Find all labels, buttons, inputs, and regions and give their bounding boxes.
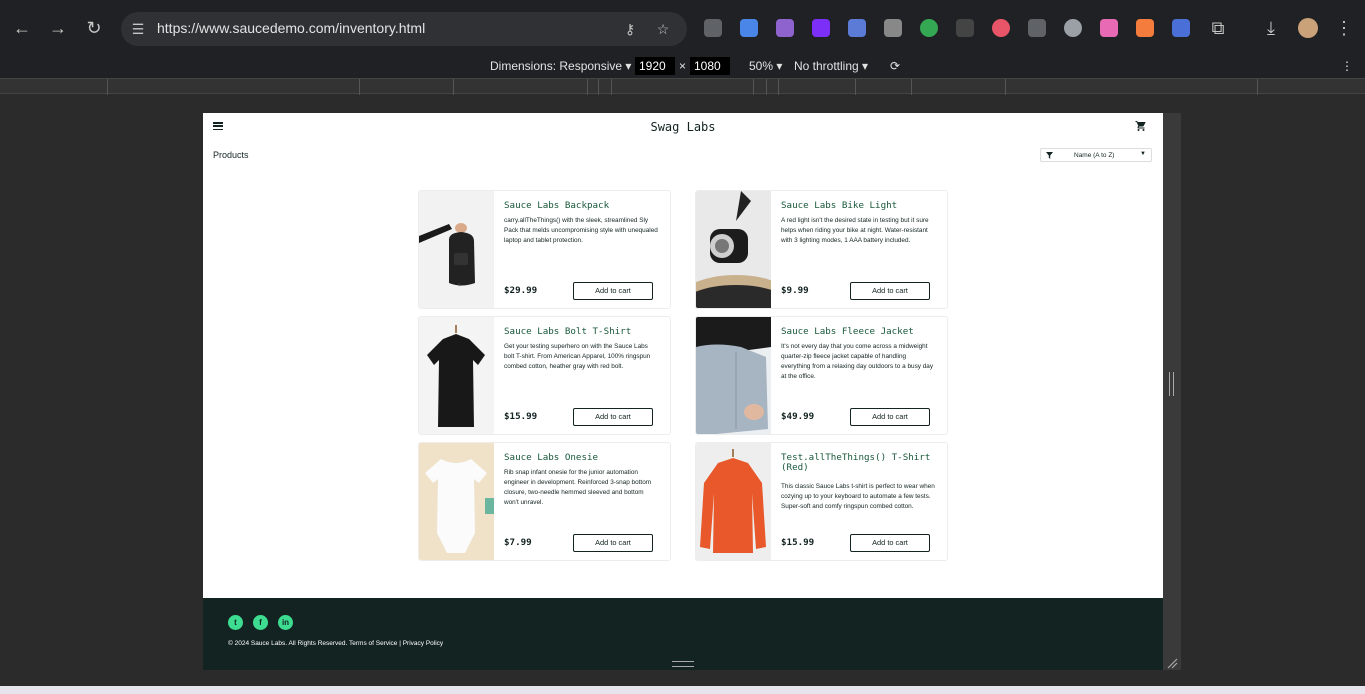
product-price: $15.99 [781, 537, 815, 548]
zoom-dropdown[interactable]: 50% ▾ [749, 59, 782, 73]
twitter-icon[interactable]: t [228, 615, 243, 630]
product-name-link[interactable]: Sauce Labs Backpack [504, 201, 664, 211]
extension-icon[interactable] [884, 19, 902, 37]
product-description: Get your testing superhero on with the S… [504, 343, 651, 370]
site-info-icon[interactable]: ☰ [129, 20, 147, 38]
extension-icon[interactable] [920, 19, 938, 37]
product-image-backpack[interactable] [419, 191, 494, 308]
extension-icon[interactable] [740, 19, 758, 37]
app-footer: t f in © 2024 Sauce Labs. All Rights Res… [203, 598, 1163, 670]
emulated-viewport: Swag Labs Products Name (A to Z) ▼ Sauce… [203, 113, 1163, 670]
product-image-red-tshirt[interactable] [696, 443, 771, 560]
extension-icon[interactable] [1172, 19, 1190, 37]
download-icon[interactable]: ⤓ [1260, 17, 1282, 39]
product-image-fleece-jacket[interactable] [696, 317, 771, 434]
key-icon[interactable]: ⚷ [621, 20, 639, 38]
product-price: $7.99 [504, 537, 532, 548]
product-price: $9.99 [781, 285, 809, 296]
product-name-link[interactable]: Sauce Labs Fleece Jacket [781, 327, 941, 337]
product-description: A red light isn't the desired state in t… [781, 217, 929, 244]
extension-icon[interactable] [1028, 19, 1046, 37]
corner-resize-handle[interactable] [1166, 657, 1178, 669]
chevron-down-icon: ▼ [1140, 151, 1146, 157]
add-to-cart-button[interactable]: Add to cart [573, 282, 653, 300]
address-bar[interactable]: ☰ https://www.saucedemo.com/inventory.ht… [121, 12, 687, 46]
sort-dropdown[interactable]: Name (A to Z) ▼ [1040, 148, 1152, 162]
extension-icon[interactable] [704, 19, 722, 37]
reload-icon[interactable]: ↻ [83, 17, 105, 39]
extension-icon[interactable] [848, 19, 866, 37]
url-text[interactable]: https://www.saucedemo.com/inventory.html [157, 20, 425, 36]
filter-icon [1046, 152, 1053, 159]
product-name-link[interactable]: Sauce Labs Bolt T-Shirt [504, 327, 664, 337]
extension-icon[interactable] [812, 19, 830, 37]
rotate-icon[interactable]: ⟳ [890, 59, 900, 73]
product-description: It's not every day that you come across … [781, 343, 934, 380]
inventory-item: Sauce Labs Bolt T-Shirt Get your testing… [418, 316, 671, 435]
app-logo: Swag Labs [650, 120, 716, 134]
extension-icon[interactable] [1136, 19, 1154, 37]
product-image-bolt-tshirt[interactable] [419, 317, 494, 434]
footer-copyright: © 2024 Sauce Labs. All Rights Reserved. … [228, 640, 444, 647]
linkedin-icon[interactable]: in [278, 615, 293, 630]
extension-icon[interactable] [776, 19, 794, 37]
product-image-onesie[interactable] [419, 443, 494, 560]
extension-icon[interactable] [1100, 19, 1118, 37]
extension-icon[interactable] [956, 19, 974, 37]
width-input[interactable]: 1920 [635, 57, 675, 75]
product-price: $29.99 [504, 285, 538, 296]
device-toolbar: Dimensions: Responsive ▾ 1920 × 1080 50%… [0, 56, 1365, 78]
inventory-item: Sauce Labs Onesie Rib snap infant onesie… [418, 442, 671, 561]
add-to-cart-button[interactable]: Add to cart [850, 534, 930, 552]
product-name-link[interactable]: Sauce Labs Onesie [504, 453, 664, 463]
throttling-dropdown[interactable]: No throttling ▾ [794, 59, 868, 73]
product-description: carry.allTheThings() with the sleek, str… [504, 217, 658, 244]
add-to-cart-button[interactable]: Add to cart [573, 534, 653, 552]
product-description: Rib snap infant onesie for the junior au… [504, 469, 652, 506]
dimension-separator: × [679, 59, 687, 73]
height-input[interactable]: 1080 [690, 57, 730, 75]
bottom-resize-handle[interactable] [672, 661, 694, 667]
extensions-puzzle-icon[interactable]: ⧉ [1207, 17, 1229, 39]
product-name-link[interactable]: Test.allTheThings() T-Shirt (Red) [781, 453, 941, 473]
product-name-link[interactable]: Sauce Labs Bike Light [781, 201, 941, 211]
secondary-header: Products Name (A to Z) ▼ [203, 141, 1163, 173]
inventory-item: Test.allTheThings() T-Shirt (Red) This c… [695, 442, 948, 561]
add-to-cart-button[interactable]: Add to cart [850, 408, 930, 426]
back-icon[interactable]: ← [11, 17, 33, 39]
product-price: $15.99 [504, 411, 538, 422]
extension-icon[interactable] [1064, 19, 1082, 37]
inventory-item: Sauce Labs Fleece Jacket It's not every … [695, 316, 948, 435]
app-header: Swag Labs [203, 113, 1163, 141]
os-taskbar [0, 686, 1365, 694]
product-description: This classic Sauce Labs t-shirt is perfe… [781, 483, 935, 510]
extension-icon[interactable] [992, 19, 1010, 37]
add-to-cart-button[interactable]: Add to cart [573, 408, 653, 426]
bookmark-star-icon[interactable]: ☆ [654, 20, 672, 38]
inventory-item: Sauce Labs Backpack carry.allTheThings()… [418, 190, 671, 309]
more-options-icon[interactable]: ⋮ [1341, 59, 1353, 73]
profile-avatar[interactable] [1298, 18, 1318, 38]
kebab-menu-icon[interactable]: ⋮ [1333, 17, 1355, 39]
facebook-icon[interactable]: f [253, 615, 268, 630]
side-resize-handle[interactable] [1169, 372, 1174, 396]
inventory-item: Sauce Labs Bike Light A red light isn't … [695, 190, 948, 309]
forward-icon[interactable]: → [47, 17, 69, 39]
page-title: Products [213, 150, 249, 160]
product-image-bike-light[interactable] [696, 191, 771, 308]
dimensions-dropdown[interactable]: Dimensions: Responsive ▾ [490, 59, 631, 73]
product-price: $49.99 [781, 411, 815, 422]
shopping-cart-icon[interactable] [1135, 120, 1147, 132]
browser-toolbar: ← → ↻ ☰ https://www.saucedemo.com/invent… [0, 0, 1365, 56]
add-to-cart-button[interactable]: Add to cart [850, 282, 930, 300]
media-query-ruler[interactable] [0, 78, 1365, 95]
sort-selected-value: Name (A to Z) [1074, 152, 1115, 159]
